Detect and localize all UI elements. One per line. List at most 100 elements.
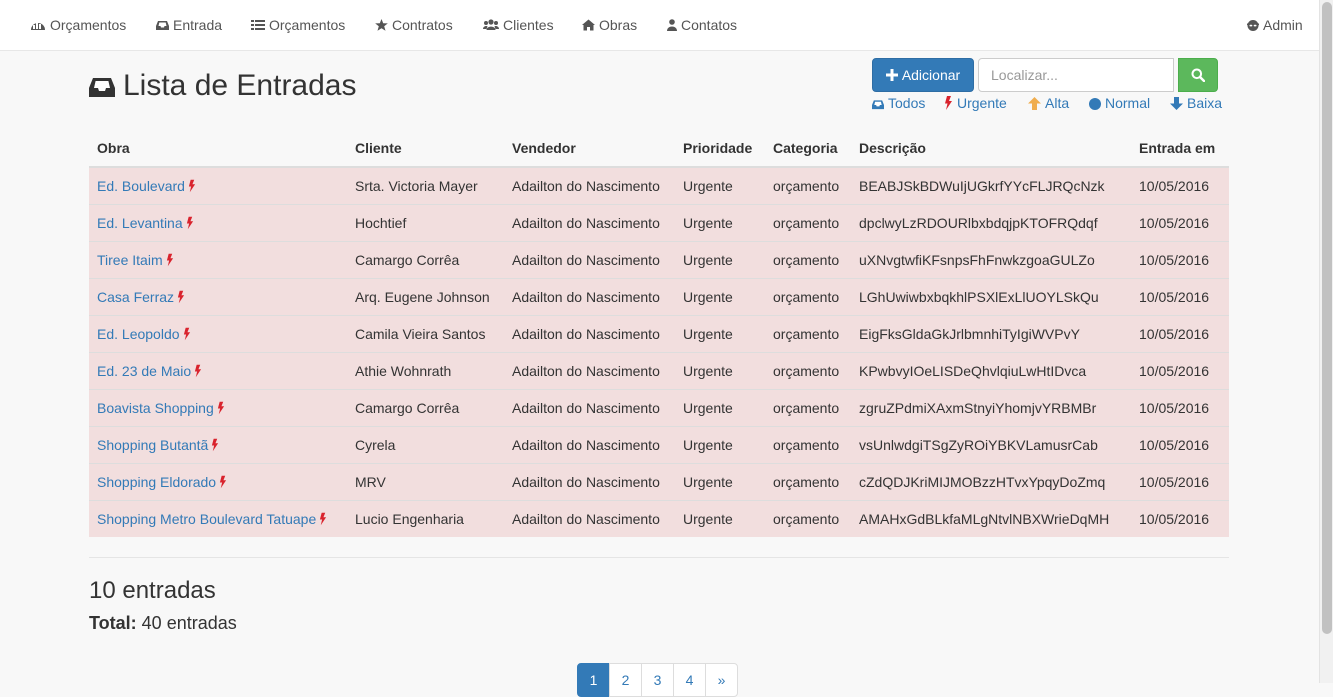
cell-prioridade: Urgente bbox=[675, 203, 765, 241]
obra-link[interactable]: Shopping Eldorado bbox=[97, 474, 216, 490]
column-header-descricao[interactable]: Descrição bbox=[851, 130, 1131, 168]
cell-categoria: orçamento bbox=[765, 314, 851, 352]
cell-obra: Ed. Leopoldo bbox=[89, 314, 347, 352]
inbox-icon bbox=[89, 78, 115, 97]
pagination-page[interactable]: 4 bbox=[673, 663, 706, 697]
cell-cliente: Lucio Engenharia bbox=[347, 499, 504, 537]
cell-prioridade: Urgente bbox=[675, 240, 765, 278]
nav-item-orcamentos-dashboard[interactable]: Orçamentos bbox=[30, 0, 126, 50]
column-header-cliente[interactable]: Cliente bbox=[347, 130, 504, 168]
cell-obra: Shopping Butantã bbox=[89, 425, 347, 463]
obra-link[interactable]: Boavista Shopping bbox=[97, 400, 214, 416]
table-row: Boavista Shopping Camargo Corrêa Adailton … bbox=[89, 388, 1229, 426]
nav-label: Admin bbox=[1263, 17, 1303, 33]
table-row: Shopping Eldorado MRV Adailton do Nascimen… bbox=[89, 462, 1229, 500]
cell-obra: Tiree Itaim bbox=[89, 240, 347, 278]
obra-link[interactable]: Shopping Butantã bbox=[97, 437, 208, 453]
search-input[interactable] bbox=[978, 58, 1174, 92]
filter-normal[interactable]: Normal bbox=[1089, 94, 1150, 112]
table-row: Shopping Butantã Cyrela Adailton do Nascim… bbox=[89, 425, 1229, 463]
filter-todos[interactable]: Todos bbox=[872, 94, 925, 112]
cell-categoria: orçamento bbox=[765, 277, 851, 315]
cell-obra: Shopping Eldorado bbox=[89, 462, 347, 500]
pagination-page[interactable]: 1 bbox=[577, 663, 610, 697]
total-value: 40 entradas bbox=[141, 613, 237, 633]
cell-entrada: 10/05/2016 bbox=[1131, 166, 1229, 204]
cell-vendedor: Adailton do Nascimento bbox=[504, 499, 675, 537]
cell-vendedor: Adailton do Nascimento bbox=[504, 203, 675, 241]
filter-label: Normal bbox=[1105, 95, 1151, 111]
cell-descricao: EigFksGldaGkJrlbmnhiTyIgiWVPvY bbox=[851, 314, 1131, 352]
user-icon bbox=[667, 19, 677, 31]
bolt-icon bbox=[186, 216, 193, 229]
cell-prioridade: Urgente bbox=[675, 166, 765, 204]
column-header-categoria[interactable]: Categoria bbox=[765, 130, 851, 168]
column-header-vendedor[interactable]: Vendedor bbox=[504, 130, 675, 168]
column-header-prioridade[interactable]: Prioridade bbox=[675, 130, 765, 168]
vertical-scrollbar[interactable] bbox=[1319, 0, 1333, 683]
bolt-icon bbox=[217, 401, 224, 414]
cell-entrada: 10/05/2016 bbox=[1131, 203, 1229, 241]
add-button-label: Adicionar bbox=[901, 67, 961, 83]
nav-label: Orçamentos bbox=[269, 17, 346, 33]
obra-link[interactable]: Tiree Itaim bbox=[97, 252, 163, 268]
filter-label: Urgente bbox=[957, 95, 1007, 111]
nav-label: Contatos bbox=[681, 17, 738, 33]
nav-item-admin[interactable]: Admin bbox=[1247, 0, 1303, 50]
pagination-next[interactable]: » bbox=[705, 663, 738, 697]
obra-link[interactable]: Casa Ferraz bbox=[97, 289, 174, 305]
obra-link[interactable]: Ed. 23 de Maio bbox=[97, 363, 191, 379]
cell-vendedor: Adailton do Nascimento bbox=[504, 462, 675, 500]
scrollbar-thumb[interactable] bbox=[1322, 2, 1332, 634]
nav-item-contatos[interactable]: Contatos bbox=[667, 0, 737, 50]
filter-baixa[interactable]: Baixa bbox=[1170, 94, 1222, 112]
cell-obra: Ed. Boulevard bbox=[89, 166, 347, 204]
cell-descricao: vsUnlwdgiTSgZyROiYBKVLamusrCab bbox=[851, 425, 1131, 463]
filter-urgente[interactable]: Urgente bbox=[944, 94, 1007, 112]
home-icon bbox=[582, 19, 595, 31]
nav-item-orcamentos-list[interactable]: Orçamentos bbox=[251, 0, 345, 50]
obra-link[interactable]: Ed. Levantina bbox=[97, 215, 183, 231]
nav-item-obras[interactable]: Obras bbox=[582, 0, 637, 50]
nav-item-clientes[interactable]: Clientes bbox=[483, 0, 554, 50]
cell-cliente: Camila Vieira Santos bbox=[347, 314, 504, 352]
obra-link[interactable]: Shopping Metro Boulevard Tatuape bbox=[97, 511, 316, 527]
cell-cliente: Athie Wohnrath bbox=[347, 351, 504, 389]
table-row: Ed. Leopoldo Camila Vieira Santos Adailton… bbox=[89, 314, 1229, 352]
total-label: Total: bbox=[89, 613, 137, 633]
filter-alta[interactable]: Alta bbox=[1028, 94, 1069, 112]
obra-link[interactable]: Ed. Boulevard bbox=[97, 178, 185, 194]
search-button[interactable] bbox=[1178, 58, 1218, 92]
bolt-icon bbox=[183, 327, 190, 340]
column-header-obra[interactable]: Obra bbox=[89, 130, 347, 168]
nav-item-contratos[interactable]: Contratos bbox=[375, 0, 453, 50]
cell-descricao: uXNvgtwfiKFsnpsFhFnwkzgoaGULZo bbox=[851, 240, 1131, 278]
add-button[interactable]: Adicionar bbox=[872, 58, 974, 92]
table-row: Tiree Itaim Camargo Corrêa Adailton do Nas… bbox=[89, 240, 1229, 278]
cell-cliente: Hochtief bbox=[347, 203, 504, 241]
bolt-icon bbox=[177, 290, 185, 303]
filter-label: Todos bbox=[888, 95, 926, 111]
table-row: Ed. Boulevard Srta. Victoria Mayer Adailto… bbox=[89, 166, 1229, 204]
cell-vendedor: Adailton do Nascimento bbox=[504, 425, 675, 463]
cell-entrada: 10/05/2016 bbox=[1131, 425, 1229, 463]
nav-item-entrada[interactable]: Entrada bbox=[156, 0, 222, 50]
cell-obra: Ed. 23 de Maio bbox=[89, 351, 347, 389]
pagination-page[interactable]: 2 bbox=[609, 663, 642, 697]
cell-cliente: Cyrela bbox=[347, 425, 504, 463]
filter-label: Baixa bbox=[1187, 95, 1223, 111]
bolt-icon bbox=[945, 96, 952, 110]
entries-count: 10 entradas bbox=[89, 577, 216, 604]
cell-prioridade: Urgente bbox=[675, 388, 765, 426]
cell-prioridade: Urgente bbox=[675, 314, 765, 352]
cell-obra: Boavista Shopping bbox=[89, 388, 347, 426]
pagination-page[interactable]: 3 bbox=[641, 663, 674, 697]
cell-obra: Casa Ferraz bbox=[89, 277, 347, 315]
bolt-icon bbox=[166, 253, 173, 266]
cell-cliente: MRV bbox=[347, 462, 504, 500]
column-header-entrada[interactable]: Entrada em bbox=[1131, 130, 1229, 168]
cell-vendedor: Adailton do Nascimento bbox=[504, 351, 675, 389]
cell-vendedor: Adailton do Nascimento bbox=[504, 277, 675, 315]
obra-link[interactable]: Ed. Leopoldo bbox=[97, 326, 180, 342]
user-secret-icon bbox=[1247, 20, 1259, 31]
